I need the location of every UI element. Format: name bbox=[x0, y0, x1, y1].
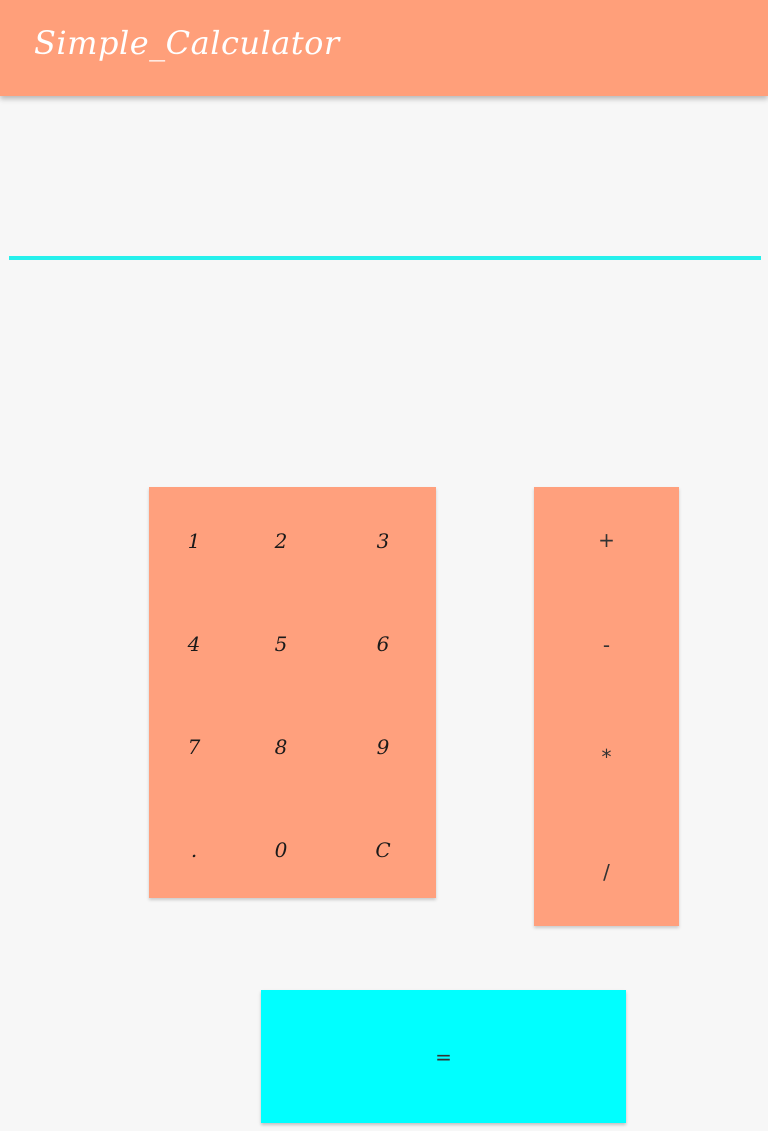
display-input[interactable] bbox=[9, 150, 761, 260]
key-0[interactable]: 0 bbox=[236, 800, 326, 900]
equals-button[interactable]: = bbox=[261, 990, 626, 1123]
key-3[interactable]: 3 bbox=[338, 491, 428, 591]
key-2[interactable]: 2 bbox=[236, 491, 326, 591]
number-keypad: 1 2 3 4 5 6 7 8 9 . 0 C bbox=[149, 487, 436, 898]
key-6[interactable]: 6 bbox=[338, 594, 428, 694]
key-clear[interactable]: C bbox=[338, 800, 428, 900]
key-8[interactable]: 8 bbox=[236, 697, 326, 797]
calculator-screen: Simple_Calculator 1 2 3 4 5 6 7 8 9 . 0 … bbox=[0, 0, 768, 1131]
key-1[interactable]: 1 bbox=[149, 491, 239, 591]
key-5[interactable]: 5 bbox=[236, 594, 326, 694]
multiply-button[interactable]: * bbox=[534, 697, 679, 817]
key-7[interactable]: 7 bbox=[149, 697, 239, 797]
add-button[interactable]: + bbox=[534, 487, 679, 592]
key-decimal[interactable]: . bbox=[149, 800, 239, 900]
key-4[interactable]: 4 bbox=[149, 594, 239, 694]
app-title: Simple_Calculator bbox=[34, 24, 340, 62]
divide-button[interactable]: / bbox=[534, 817, 679, 926]
subtract-button[interactable]: - bbox=[534, 592, 679, 697]
operator-panel: + - * / bbox=[534, 487, 679, 926]
app-bar: Simple_Calculator bbox=[0, 0, 768, 96]
key-9[interactable]: 9 bbox=[338, 697, 428, 797]
